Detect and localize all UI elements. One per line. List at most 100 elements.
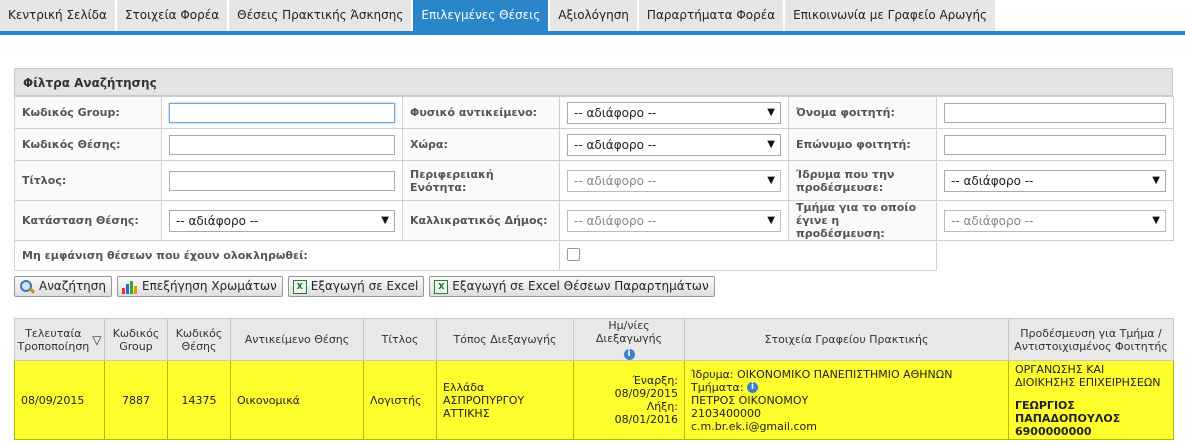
excel-icon: X xyxy=(292,279,307,294)
chevron-down-icon: ▼ xyxy=(767,175,775,186)
filters-title: Φίλτρα Αναζήτησης xyxy=(14,68,1173,96)
chevron-down-icon: ▼ xyxy=(767,139,775,150)
regional-unit-value: -- αδιάφορο -- xyxy=(574,173,657,188)
title-label: Τίτλος: xyxy=(14,160,162,201)
excel-icon: X xyxy=(434,279,449,294)
filters-table: Κωδικός Group: Φυσικό αντικείμενο: -- αδ… xyxy=(14,96,1174,271)
regional-unit-label: Περιφερειακή Ενότητα: xyxy=(402,160,560,201)
office-contact-name: ΠΕΤΡΟΣ ΟΙΚΟΝΟΜΟΥ xyxy=(691,393,809,407)
info-icon[interactable]: i xyxy=(623,348,635,360)
chevron-down-icon: ▼ xyxy=(1152,175,1160,186)
search-filters-panel: Φίλτρα Αναζήτησης Κωδικός Group: Φυσικό … xyxy=(14,68,1174,271)
country-label: Χώρα: xyxy=(402,128,560,161)
header-group-code: Κωδικός Group xyxy=(104,318,168,361)
student-last-name-label: Επώνυμο φοιτητή: xyxy=(788,128,937,161)
color-legend-label: Επεξήγηση Χρωμάτων xyxy=(142,279,277,293)
sort-desc-icon: ▽ xyxy=(92,332,102,347)
table-row[interactable]: 08/09/2015 7887 14375 Οικονομικά Λογιστή… xyxy=(14,360,1174,440)
institution-value: -- αδιάφορο -- xyxy=(951,173,1034,188)
tab-internship-positions[interactable]: Θέσεις Πρακτικής Άσκησης xyxy=(229,0,412,31)
student-name: ΓΕΩΡΓΙΟΣ ΠΑΠΑΔΟΠΟΥΛΟΣ xyxy=(1015,398,1121,425)
department-select[interactable]: -- αδιάφορο -- ▼ xyxy=(944,209,1166,232)
chevron-down-icon: ▼ xyxy=(381,215,389,226)
header-title: Τίτλος xyxy=(363,318,437,361)
country-select[interactable]: -- αδιάφορο -- ▼ xyxy=(567,133,781,156)
department-label: Τμήμα για το οποίο έγινε η προδέσμευση: xyxy=(788,200,937,241)
positions-grid: Τελευταία Τροποποίηση ▽ Κωδικός Group Κω… xyxy=(14,318,1174,440)
location-region: ΑΤΤΙΚΗΣ xyxy=(443,406,490,420)
export-excel-annex-label: Εξαγωγή σε Excel Θέσεων Παραρτημάτων xyxy=(452,279,709,293)
end-date: Λήξη: 08/01/2016 xyxy=(614,400,678,426)
municipality-select[interactable]: -- αδιάφορο -- ▼ xyxy=(567,209,781,232)
cell-position-code: 14375 xyxy=(167,360,231,440)
start-date: Έναρξη: 08/09/2015 xyxy=(614,374,678,400)
color-legend-button[interactable]: Επεξήγηση Χρωμάτων xyxy=(117,276,283,297)
physical-object-select[interactable]: -- αδιάφορο -- ▼ xyxy=(567,101,781,124)
position-status-label: Κατάσταση Θέσης: xyxy=(14,200,162,241)
position-code-label: Κωδικός Θέσης: xyxy=(14,128,162,161)
regional-unit-select[interactable]: -- αδιάφορο -- ▼ xyxy=(567,169,781,192)
office-institution: Ίδρυμα: ΟΙΚΟΝΟΜΙΚΟ ΠΑΝΕΠΙΣΤΗΜΙΟ ΑΘΗΝΩΝ xyxy=(691,367,953,381)
office-departments-label: Τμήματα: xyxy=(691,380,744,394)
physical-object-label: Φυσικό αντικείμενο: xyxy=(402,96,560,129)
tabbar-underline xyxy=(0,31,1185,35)
student-phone: 6900000000 xyxy=(1015,424,1092,438)
export-excel-label: Εξαγωγή σε Excel xyxy=(310,279,419,293)
search-icon xyxy=(19,279,35,294)
cell-title: Λογιστής xyxy=(363,360,437,440)
institution-select[interactable]: -- αδιάφορο -- ▼ xyxy=(944,169,1166,192)
cell-location: Ελλάδα ΑΣΠΡΟΠΥΡΓΟΥ ΑΤΤΙΚΗΣ xyxy=(436,360,574,440)
bar-chart-icon xyxy=(122,280,138,294)
cell-last-modified: 08/09/2015 xyxy=(14,360,105,440)
tab-home[interactable]: Κεντρική Σελίδα xyxy=(0,0,115,31)
municipality-value: -- αδιάφορο -- xyxy=(574,213,657,228)
cell-office-info: Ίδρυμα: ΟΙΚΟΝΟΜΙΚΟ ΠΑΝΕΠΙΣΤΗΜΙΟ ΑΘΗΝΩΝ Τ… xyxy=(684,360,1009,440)
tab-helpdesk-contact[interactable]: Επικοινωνία με Γραφείο Αρωγής xyxy=(785,0,996,31)
cell-dates: Έναρξη: 08/09/2015 Λήξη: 08/01/2016 xyxy=(573,360,685,440)
export-excel-button[interactable]: X Εξαγωγή σε Excel xyxy=(287,276,425,297)
cell-reservation: ΟΡΓΑΝΩΣΗΣ ΚΑΙ ΔΙΟΙΚΗΣΗΣ ΕΠΙΧΕΙΡΗΣΕΩΝ ΓΕΩ… xyxy=(1008,360,1174,440)
search-button[interactable]: Αναζήτηση xyxy=(14,276,112,297)
location-country: Ελλάδα xyxy=(443,380,485,394)
student-last-name-input[interactable] xyxy=(944,134,1166,155)
tab-selected-positions[interactable]: Επιλεγμένες Θέσεις xyxy=(413,0,549,31)
cell-subject: Οικονομικά xyxy=(230,360,364,440)
header-position-code: Κωδικός Θέσης xyxy=(167,318,231,361)
header-reservation: Προδέσμευση για Τμήμα / Αντιστοιχισμένος… xyxy=(1008,318,1174,361)
position-status-value: -- αδιάφορο -- xyxy=(176,213,259,228)
tab-branches[interactable]: Παραρτήματα Φορέα xyxy=(638,0,784,31)
group-code-input[interactable] xyxy=(169,102,395,123)
chevron-down-icon: ▼ xyxy=(1152,215,1160,226)
hide-completed-label: Μη εμφάνιση θέσεων που έχουν ολοκληρωθεί… xyxy=(14,240,560,271)
chevron-down-icon: ▼ xyxy=(767,107,775,118)
header-location: Τόπος Διεξαγωγής xyxy=(436,318,574,361)
header-subject: Αντικείμενο Θέσης xyxy=(230,318,364,361)
physical-object-value: -- αδιάφορο -- xyxy=(574,105,657,120)
export-excel-annex-button[interactable]: X Εξαγωγή σε Excel Θέσεων Παραρτημάτων xyxy=(429,276,715,297)
header-last-modified[interactable]: Τελευταία Τροποποίηση ▽ xyxy=(14,318,105,361)
header-office-info: Στοιχεία Γραφείου Πρακτικής xyxy=(684,318,1009,361)
action-buttons: Αναζήτηση Επεξήγηση Χρωμάτων X Εξαγωγή σ… xyxy=(14,276,715,297)
tab-evaluation[interactable]: Αξιολόγηση xyxy=(550,0,637,31)
cell-group-code: 7887 xyxy=(104,360,168,440)
student-first-name-label: Όνομα φοιτητή: xyxy=(788,96,937,129)
search-button-label: Αναζήτηση xyxy=(39,279,106,293)
chevron-down-icon: ▼ xyxy=(767,215,775,226)
hide-completed-checkbox[interactable] xyxy=(567,247,580,261)
info-icon[interactable]: i xyxy=(747,382,759,393)
position-code-input[interactable] xyxy=(169,134,395,155)
institution-label: Ίδρυμα που την προδέσμευσε: xyxy=(788,160,937,201)
location-city: ΑΣΠΡΟΠΥΡΓΟΥ xyxy=(443,393,525,407)
header-dates: Ημ/νίες Διεξαγωγής i xyxy=(573,318,685,361)
office-contact-phone: 2103400000 xyxy=(691,406,761,420)
title-input[interactable] xyxy=(169,170,395,191)
main-tabs: Κεντρική Σελίδα Στοιχεία Φορέα Θέσεις Πρ… xyxy=(0,0,1185,31)
position-status-select[interactable]: -- αδιάφορο -- ▼ xyxy=(169,209,395,232)
office-contact-email: c.m.br.ek.i@gmail.com xyxy=(691,419,817,433)
country-value: -- αδιάφορο -- xyxy=(574,137,657,152)
student-first-name-input[interactable] xyxy=(944,102,1166,123)
department-value: -- αδιάφορο -- xyxy=(951,213,1034,228)
municipality-label: Καλλικρατικός Δήμος: xyxy=(402,200,560,241)
tab-organization-info[interactable]: Στοιχεία Φορέα xyxy=(116,0,228,31)
reserved-department: ΟΡΓΑΝΩΣΗΣ ΚΑΙ ΔΙΟΙΚΗΣΗΣ ΕΠΙΧΕΙΡΗΣΕΩΝ xyxy=(1015,362,1161,389)
